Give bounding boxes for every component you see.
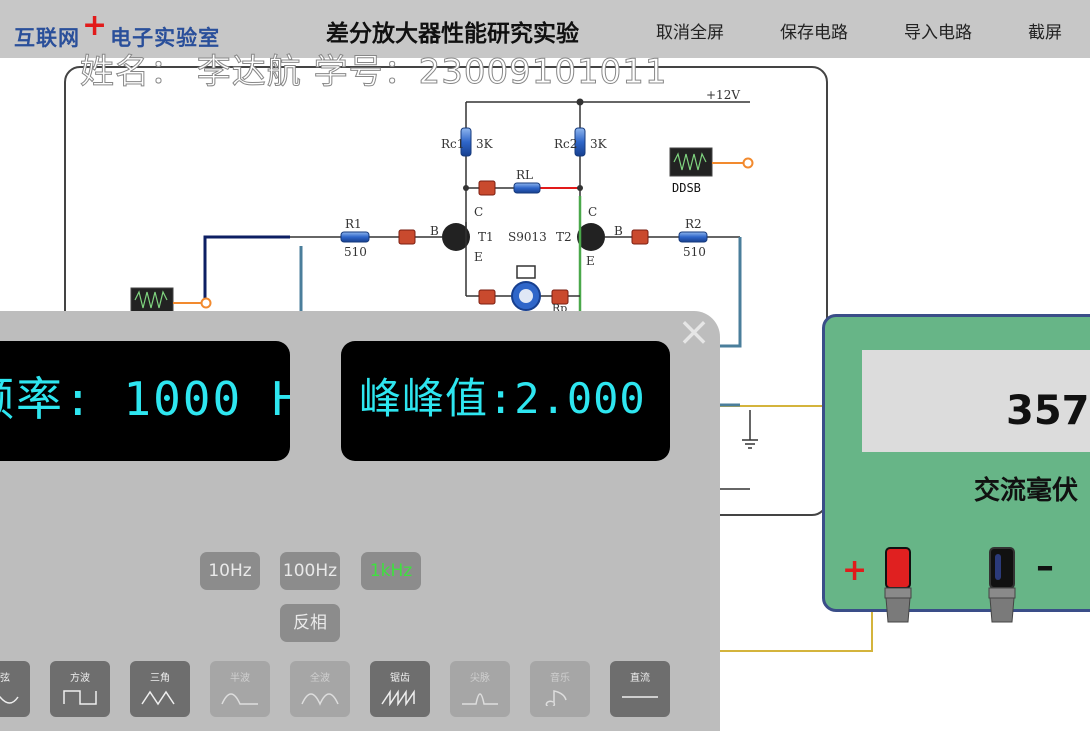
resistor-r1[interactable] (340, 231, 370, 243)
sine-icon (0, 695, 19, 704)
ddsb-terminal[interactable] (742, 157, 754, 169)
probe-socket-b1[interactable] (398, 229, 416, 245)
dc-label: 直流 (630, 673, 650, 684)
left-source-terminal[interactable] (200, 297, 212, 309)
black-probe-terminal[interactable] (986, 546, 1018, 624)
triangle-wave-icon (141, 690, 175, 706)
probe-socket-e1[interactable] (478, 289, 496, 305)
probe-socket-rl-left[interactable] (478, 180, 496, 196)
t1-pin-e: E (474, 250, 483, 264)
freq-100hz-button[interactable]: 100Hz (280, 552, 340, 590)
waveform-full-wave-button[interactable]: 全波 (290, 661, 350, 717)
waveform-pulse-button[interactable]: 尖脉 (450, 661, 510, 717)
waveform-music-button[interactable]: 音乐 (530, 661, 590, 717)
full-wave-label: 全波 (310, 673, 330, 684)
sine-label: 正弦 (0, 673, 10, 684)
freq-10hz-button[interactable]: 10Hz (200, 552, 260, 590)
resistor-r2[interactable] (678, 231, 708, 243)
amplitude-readout: 峰峰值:2.000 V (359, 374, 670, 423)
supply-voltage-label: +12V (706, 88, 740, 102)
r2-label: R2 (685, 217, 702, 231)
freq-1khz-button[interactable]: 1kHz (361, 552, 421, 590)
r1-value: 510 (344, 245, 367, 259)
invert-button[interactable]: 反相 (280, 604, 340, 642)
t1-pin-c: C (474, 205, 483, 219)
waveform-triangle-button[interactable]: 三角 (130, 661, 190, 717)
t1-label: T1 (478, 230, 494, 244)
square-label: 方波 (70, 673, 90, 684)
r2-value: 510 (683, 245, 706, 259)
red-probe-terminal[interactable] (882, 546, 914, 624)
music-label: 音乐 (550, 673, 570, 684)
waveform-square-button[interactable]: 方波 (50, 661, 110, 717)
frequency-readout: 频率: 1000 HZ (0, 372, 290, 426)
waveform-dc-button[interactable]: 直流 (610, 661, 670, 717)
half-wave-label: 半波 (230, 673, 250, 684)
frequency-display: 频率: 1000 HZ (0, 341, 290, 461)
square-wave-icon (63, 690, 97, 705)
half-wave-icon (221, 693, 258, 705)
meter-minus-sign: – (1036, 546, 1054, 587)
waveform-sine-button[interactable]: 正弦 (0, 661, 30, 717)
probe-socket-b2[interactable] (631, 229, 649, 245)
rc2-label: Rc2 (554, 137, 577, 151)
waveform-half-wave-button[interactable]: 半波 (210, 661, 270, 717)
sawtooth-label: 锯齿 (390, 673, 410, 684)
resistor-rl[interactable] (513, 182, 541, 194)
r1-label: R1 (345, 217, 362, 231)
rc1-label: Rc1 (441, 137, 464, 151)
rc1-value: 3K (476, 137, 494, 151)
full-wave-icon (301, 693, 339, 706)
rc2-value: 3K (590, 137, 608, 151)
meter-plus-sign: + (842, 553, 868, 588)
waveform-sawtooth-button[interactable]: 锯齿 (370, 661, 430, 717)
t2-label: T2 (556, 230, 572, 244)
t2-pin-b: B (614, 224, 623, 238)
meter-label: 交流毫伏 (974, 476, 1079, 506)
ddsb-label: DDSB (672, 181, 701, 195)
rl-label: RL (516, 168, 533, 182)
pulse-label: 尖脉 (470, 673, 490, 684)
student-watermark: 姓名： 李达航 学号：23009101011 (80, 52, 668, 93)
transistor-model: S9013 (508, 230, 547, 244)
pulse-icon (462, 693, 498, 705)
t2-pin-c: C (588, 205, 597, 219)
sawtooth-icon (381, 689, 415, 706)
dc-icon (622, 696, 658, 698)
close-icon[interactable]: × (672, 310, 716, 354)
triangle-label: 三角 (150, 673, 170, 684)
t2-pin-e: E (586, 254, 595, 268)
meter-reading: 357. (1006, 388, 1090, 434)
t1-pin-b: B (430, 224, 439, 238)
music-icon (545, 690, 567, 706)
amplitude-display: 峰峰值:2.000 V (341, 341, 670, 461)
